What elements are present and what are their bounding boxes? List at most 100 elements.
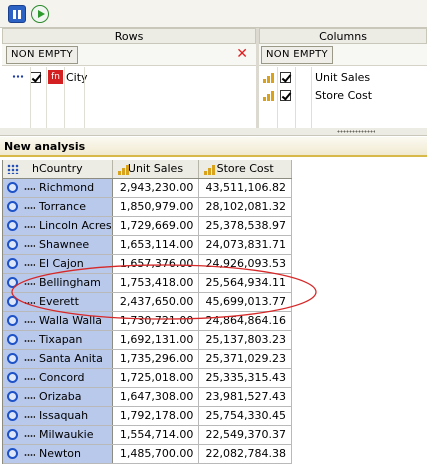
row-member-cell[interactable]: Richmond [3,179,113,197]
city-name: Shawnee [39,238,90,251]
member-icon[interactable] [7,277,18,288]
member-icon[interactable] [7,296,18,307]
store-cost-cell: 22,082,784.38 [199,445,292,463]
unit-sales-cell: 1,850,979.00 [112,198,200,216]
row-member-cell[interactable]: Tixapan [3,331,113,349]
table-row[interactable]: Newton 1,485,700.00 22,082,784.38 [3,445,292,464]
tree-dots-icon [24,321,35,323]
city-name: Issaquah [39,409,89,422]
table-row[interactable]: Everett 2,437,650.00 45,699,013.77 [3,293,292,312]
pivot-configuration: Rows NON EMPTY ✕ fn City Columns NON EMP… [0,28,427,128]
table-row[interactable]: Issaquah 1,792,178.00 25,754,330.45 [3,407,292,426]
table-row[interactable]: Orizaba 1,647,308.00 23,981,527.43 [3,388,292,407]
unit-sales-cell: 1,554,714.00 [112,426,200,444]
store-cost-cell: 25,371,029.23 [199,350,292,368]
tree-dots-icon [24,264,35,266]
row-member-cell[interactable]: Everett [3,293,113,311]
tree-dots-icon [24,378,35,380]
row-member-cell[interactable]: El Cajon [3,255,113,273]
store-cost-header-label: Store Cost [216,162,274,175]
store-cost-cell: 25,564,934.11 [199,274,292,292]
store-cost-header[interactable]: Store Cost [199,160,292,178]
unit-sales-header[interactable]: Unit Sales [112,160,200,178]
unit-sales-cell: 1,647,308.00 [112,388,200,406]
unit-sales-cell: 1,730,721.00 [112,312,200,330]
city-name: El Cajon [39,257,84,270]
row-member-cell[interactable]: Milwaukie [3,426,113,444]
table-row[interactable]: El Cajon 1,657,376.00 24,926,093.53 [3,255,292,274]
store-cost-cell: 25,335,315.43 [199,369,292,387]
row-member-cell[interactable]: Walla Walla [3,312,113,330]
rows-non-empty-button[interactable]: NON EMPTY [6,46,78,64]
table-row[interactable]: Richmond 2,943,230.00 43,511,106.82 [3,179,292,198]
member-icon[interactable] [7,239,18,250]
unit-sales-cell: 1,735,296.00 [112,350,200,368]
city-name: Santa Anita [39,352,103,365]
city-name: Concord [39,371,85,384]
tree-dots-icon [24,188,35,190]
member-icon[interactable] [7,372,18,383]
function-icon: fn [48,70,63,84]
table-row[interactable]: Santa Anita 1,735,296.00 25,371,029.23 [3,350,292,369]
columns-non-empty-bar: NON EMPTY [259,44,427,66]
table-row[interactable]: Torrance 1,850,979.00 28,102,081.32 [3,198,292,217]
city-name: Richmond [39,181,95,194]
tree-dots-icon [24,454,35,456]
divider [30,67,31,128]
city-checkbox[interactable] [30,72,41,83]
columns-field-unit-sales[interactable]: Unit Sales [259,69,427,87]
divider [84,67,85,128]
row-member-cell[interactable]: Santa Anita [3,350,113,368]
rows-pane: Rows NON EMPTY ✕ fn City [2,28,256,128]
tree-dots-icon [24,435,35,437]
member-icon[interactable] [7,410,18,421]
store-cost-checkbox[interactable] [280,90,291,101]
row-member-cell[interactable]: Shawnee [3,236,113,254]
table-row[interactable]: Walla Walla 1,730,721.00 24,864,864.16 [3,312,292,331]
unit-sales-header-label: Unit Sales [127,162,184,175]
results-grid: hCountry Unit Sales Store Cost Richmond 2… [2,160,292,464]
unit-sales-cell: 1,653,114.00 [112,236,200,254]
member-icon[interactable] [7,201,18,212]
table-row[interactable]: Shawnee 1,653,114.00 24,073,831.71 [3,236,292,255]
grip-icon[interactable] [337,130,375,133]
close-icon[interactable]: ✕ [236,46,248,62]
columns-field-store-cost[interactable]: Store Cost [259,87,427,105]
member-icon[interactable] [7,258,18,269]
row-member-cell[interactable]: Newton [3,445,113,463]
row-member-cell[interactable]: Issaquah [3,407,113,425]
member-icon[interactable] [7,220,18,231]
city-name: Torrance [39,200,86,213]
row-member-cell[interactable]: Concord [3,369,113,387]
table-row[interactable]: Lincoln Acres 1,729,669.00 25,378,538.97 [3,217,292,236]
unit-sales-label: Unit Sales [315,71,371,84]
play-icon[interactable] [31,5,49,23]
table-row[interactable]: Tixapan 1,692,131.00 25,137,803.23 [3,331,292,350]
unit-sales-checkbox[interactable] [280,72,291,83]
row-header[interactable]: hCountry [3,160,113,178]
member-icon[interactable] [7,429,18,440]
columns-non-empty-button[interactable]: NON EMPTY [261,46,333,64]
tree-dots-icon [24,283,35,285]
row-member-cell[interactable]: Bellingham [3,274,113,292]
table-row[interactable]: Bellingham 1,753,418.00 25,564,934.11 [3,274,292,293]
store-cost-cell: 24,926,093.53 [199,255,292,273]
row-member-cell[interactable]: Lincoln Acres [3,217,113,235]
member-icon[interactable] [7,315,18,326]
member-icon[interactable] [7,448,18,459]
city-name: Orizaba [39,390,82,403]
city-name: Milwaukie [39,428,94,441]
table-row[interactable]: Milwaukie 1,554,714.00 22,549,370.37 [3,426,292,445]
rows-field-city[interactable]: fn City [2,69,256,87]
row-member-cell[interactable]: Orizaba [3,388,113,406]
member-icon[interactable] [7,353,18,364]
pause-icon[interactable] [8,5,26,23]
member-icon[interactable] [7,334,18,345]
rows-non-empty-bar: NON EMPTY ✕ [2,44,256,66]
row-member-cell[interactable]: Torrance [3,198,113,216]
table-row[interactable]: Concord 1,725,018.00 25,335,315.43 [3,369,292,388]
member-icon[interactable] [7,182,18,193]
horizontal-splitter[interactable] [0,128,427,136]
member-icon[interactable] [7,391,18,402]
row-header-label: hCountry [31,162,83,175]
